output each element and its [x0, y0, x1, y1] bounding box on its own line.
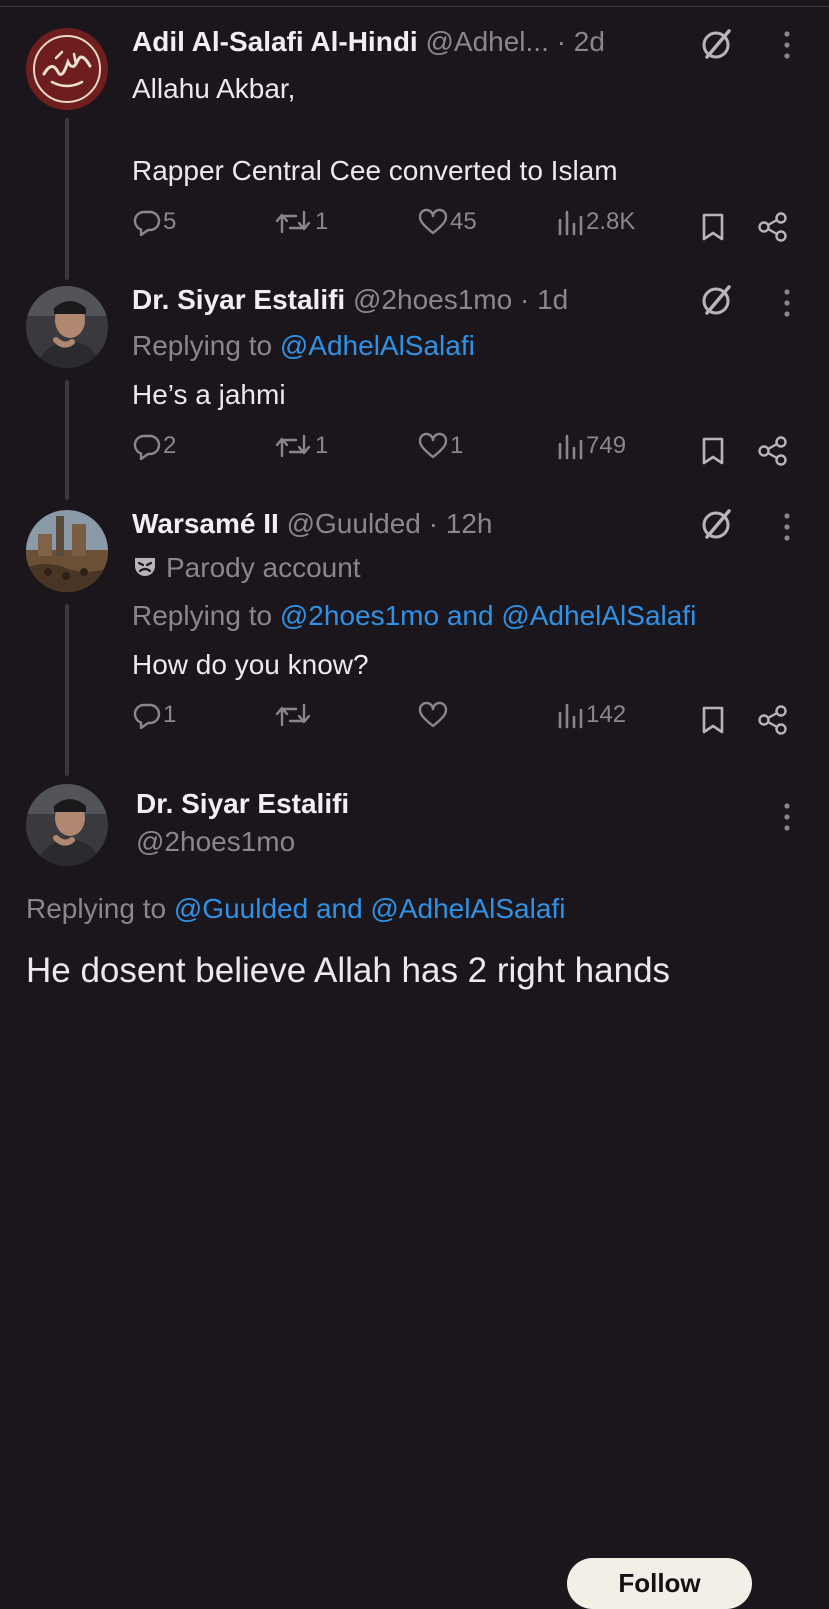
tweet-header: Dr. Siyar Estalifi @2hoes1mo · 1d: [132, 284, 568, 316]
reply-icon: [133, 703, 161, 729]
like-count: 1: [450, 432, 464, 459]
repost-icon: [275, 210, 311, 234]
avatar[interactable]: [26, 784, 108, 866]
more-vertical-icon[interactable]: [780, 512, 794, 542]
heart-icon: [418, 432, 448, 459]
avatar-image: [26, 510, 108, 592]
repost-button[interactable]: [273, 701, 315, 729]
reply-icon: [133, 434, 161, 460]
avatar[interactable]: [26, 286, 108, 368]
views-count: 142: [586, 701, 627, 728]
tweet-text: He’s a jahmi: [132, 379, 286, 410]
tweet-header: Adil Al-Salafi Al-Hindi @Adhel... · 2d: [132, 26, 605, 58]
action-bar: 1 142: [0, 701, 829, 741]
main-tweet: Dr. Siyar Estalifi @2hoes1mo Follow Repl…: [0, 766, 829, 1609]
parody-label: Parody account: [132, 552, 361, 584]
repost-count: 1: [315, 208, 329, 235]
handle[interactable]: @Guulded: [287, 508, 421, 539]
views-icon: [558, 434, 583, 460]
avatar-image: [26, 286, 108, 368]
tweet-text: He dosent believe Allah has 2 right hand…: [26, 951, 671, 990]
repost-button[interactable]: 1: [273, 432, 328, 460]
repost-icon: [275, 434, 311, 458]
more-vertical-icon[interactable]: [780, 802, 794, 832]
tweet-text: How do you know?: [132, 649, 369, 680]
share-icon[interactable]: [757, 436, 789, 466]
action-bar: 5 1 45 2.8K: [0, 208, 829, 248]
grok-icon[interactable]: [699, 282, 735, 318]
views-count: 2.8K: [586, 208, 636, 235]
avatar[interactable]: [26, 510, 108, 592]
action-bar: 2 1 1 749: [0, 432, 829, 472]
grok-icon[interactable]: [699, 26, 735, 62]
timestamp[interactable]: · 12h: [429, 508, 493, 539]
display-name[interactable]: Dr. Siyar Estalifi: [136, 788, 349, 819]
like-button[interactable]: 1: [418, 432, 463, 460]
reply-button[interactable]: 2: [133, 432, 176, 460]
reply-count: 5: [163, 208, 177, 235]
heart-icon: [418, 701, 448, 728]
like-count: 45: [450, 208, 477, 235]
display-name[interactable]: Adil Al-Salafi Al-Hindi: [132, 26, 418, 57]
display-name[interactable]: Warsamé II: [132, 508, 279, 539]
views-count: 749: [586, 432, 627, 459]
more-vertical-icon[interactable]: [780, 288, 794, 318]
handle[interactable]: @2hoes1mo: [353, 284, 512, 315]
share-icon[interactable]: [757, 212, 789, 242]
repost-icon: [275, 703, 311, 727]
replying-to-link[interactable]: @Guulded and @AdhelAlSalafi: [174, 893, 566, 924]
replying-to-label: Replying to: [26, 893, 167, 924]
heart-icon: [418, 208, 448, 235]
share-icon[interactable]: [757, 705, 789, 735]
repost-button[interactable]: 1: [273, 208, 328, 236]
tweet[interactable]: Adil Al-Salafi Al-Hindi @Adhel... · 2d A…: [0, 0, 829, 270]
replying-to: Replying to @Guulded and @AdhelAlSalafi: [26, 893, 565, 925]
main-display-name[interactable]: Dr. Siyar Estalifi: [136, 788, 349, 820]
views-icon: [558, 703, 583, 729]
timestamp[interactable]: · 1d: [520, 284, 568, 315]
replying-to-link[interactable]: @2hoes1mo and @AdhelAlSalafi: [280, 600, 696, 631]
replying-to-label: Replying to: [132, 600, 273, 631]
main-handle[interactable]: @2hoes1mo: [136, 826, 295, 858]
reply-button[interactable]: 5: [133, 208, 176, 236]
replying-to-link[interactable]: @AdhelAlSalafi: [280, 330, 475, 361]
views-icon: [558, 210, 583, 236]
avatar-image: [26, 784, 108, 866]
tweet[interactable]: Dr. Siyar Estalifi @2hoes1mo · 1d Replyi…: [0, 270, 829, 494]
tweet[interactable]: Warsamé II @Guulded · 12h Parody account…: [0, 494, 829, 766]
more-vertical-icon[interactable]: [780, 30, 794, 60]
views-button[interactable]: 142: [556, 701, 626, 729]
reply-button[interactable]: 1: [133, 701, 176, 729]
bookmark-icon[interactable]: [700, 705, 726, 735]
timestamp[interactable]: · 2d: [557, 26, 605, 57]
repost-count: 1: [315, 432, 329, 459]
grok-icon[interactable]: [699, 506, 735, 542]
tweet-text: Allahu Akbar, Rapper Central Cee convert…: [132, 73, 618, 186]
replying-to: Replying to @2hoes1mo and @AdhelAlSalafi: [132, 600, 696, 632]
views-button[interactable]: 2.8K: [556, 208, 635, 236]
bookmark-icon[interactable]: [700, 212, 726, 242]
reply-count: 2: [163, 432, 177, 459]
handle[interactable]: @Adhel...: [425, 26, 548, 57]
views-button[interactable]: 749: [556, 432, 626, 460]
avatar[interactable]: [26, 28, 108, 110]
replying-to-label: Replying to: [132, 330, 273, 361]
tweet-header: Warsamé II @Guulded · 12h: [132, 508, 493, 540]
like-button[interactable]: [418, 701, 450, 729]
like-button[interactable]: 45: [418, 208, 477, 236]
follow-button[interactable]: Follow: [567, 1558, 752, 1609]
parody-mask-icon: [135, 558, 155, 576]
replying-to: Replying to @AdhelAlSalafi: [132, 330, 475, 362]
bookmark-icon[interactable]: [700, 436, 726, 466]
display-name[interactable]: Dr. Siyar Estalifi: [132, 284, 345, 315]
logo-image: [26, 28, 108, 110]
parody-label-text: Parody account: [166, 552, 361, 583]
reply-count: 1: [163, 701, 177, 728]
reply-icon: [133, 210, 161, 236]
